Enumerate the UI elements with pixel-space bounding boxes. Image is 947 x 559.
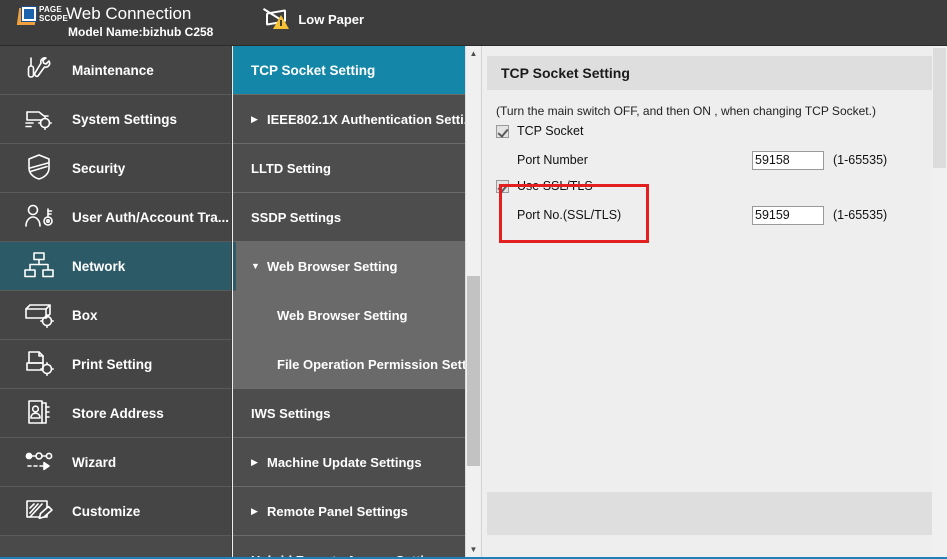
submenu-scrollbar[interactable]: ▲ ▼ xyxy=(465,46,480,557)
value-range-hint: (1-65535) xyxy=(833,153,887,167)
submenu-item-label: LLTD Setting xyxy=(251,161,331,176)
submenu-item-label: IEEE802.1X Authentication Setti... xyxy=(267,112,465,127)
submenu-item-tcp-socket-setting[interactable]: TCP Socket Setting xyxy=(233,46,465,95)
sidebar-item-store-address[interactable]: Store Address xyxy=(0,389,231,438)
chevron-right-icon[interactable]: ▶ xyxy=(251,507,264,516)
page-title: Web Connection xyxy=(66,3,213,24)
content-panel: TCP Socket Setting (Turn the main switch… xyxy=(481,46,947,557)
sidebar-item-label: Print Setting xyxy=(72,357,152,372)
status-text: Low Paper xyxy=(298,12,364,27)
sidebar-item-print-setting[interactable]: Print Setting xyxy=(0,340,231,389)
submenu-item-label: Web Browser Setting xyxy=(267,259,398,274)
sidebar-item-customize[interactable]: Customize xyxy=(0,487,231,536)
sidebar-item-label: Security xyxy=(72,161,125,176)
scroll-up-icon[interactable]: ▲ xyxy=(466,46,481,61)
sidebar-item-network[interactable]: Network xyxy=(0,242,231,291)
setting-label: Port Number xyxy=(517,153,588,167)
value-range-hint: (1-65535) xyxy=(833,208,887,222)
checkbox-use-ssl-tls[interactable] xyxy=(496,180,509,193)
sidebar-item-label: Maintenance xyxy=(72,63,154,78)
setting-row: TCP Socket xyxy=(496,118,947,144)
shield-icon xyxy=(22,152,60,184)
wizard-path-icon xyxy=(22,446,60,478)
sidebar-item-label: Network xyxy=(72,259,125,274)
submenu-item-label: SSDP Settings xyxy=(251,210,341,225)
content-footer-bar xyxy=(487,492,943,535)
checkbox-tcp-socket[interactable] xyxy=(496,125,509,138)
submenu-item-label: IWS Settings xyxy=(251,406,330,421)
sidebar-item-system-settings[interactable]: System Settings xyxy=(0,95,231,144)
printer-status[interactable]: Low Paper xyxy=(265,8,364,30)
submenu-item-lltd-setting[interactable]: LLTD Setting xyxy=(233,144,465,193)
address-book-icon xyxy=(22,397,60,429)
submenu-scrollbar-thumb[interactable] xyxy=(467,276,480,466)
submenu-item-file-operation-permission-setti[interactable]: File Operation Permission Setti... xyxy=(233,340,465,389)
model-name-label: Model Name:bizhub C258 xyxy=(66,24,213,40)
low-paper-warning-icon xyxy=(265,8,291,30)
network-submenu: TCP Socket Setting▶IEEE802.1X Authentica… xyxy=(233,46,465,557)
sidebar-item-user-auth-account-tra[interactable]: User Auth/Account Tra... xyxy=(0,193,231,242)
submenu-item-label: Web Browser Setting xyxy=(277,308,408,323)
scroll-down-icon[interactable]: ▼ xyxy=(466,542,481,557)
field-group: (1-65535) xyxy=(752,151,887,170)
setting-row: Port Number (1-65535) xyxy=(496,147,947,173)
primary-sidebar: Maintenance System Settings Security User A… xyxy=(0,46,232,557)
page-scrollbar[interactable] xyxy=(932,46,947,557)
submenu-item-web-browser-setting[interactable]: Web Browser Setting xyxy=(233,291,465,340)
app-header: PAGE SCOPE Web Connection Model Name:biz… xyxy=(0,0,947,46)
port-number-input[interactable] xyxy=(752,151,824,170)
maintenance-tools-icon xyxy=(22,54,60,86)
content-panel-title: TCP Socket Setting xyxy=(501,65,630,81)
chevron-down-icon[interactable]: ▼ xyxy=(251,262,264,271)
sidebar-item-label: System Settings xyxy=(72,112,177,127)
submenu-item-ieee802-1x-authentication-setti[interactable]: ▶IEEE802.1X Authentication Setti... xyxy=(233,95,465,144)
sidebar-item-label: Customize xyxy=(72,504,140,519)
submenu-item-hybrid-remote-access-setti[interactable]: Hybrid Remote Access Setti... xyxy=(233,536,465,557)
sidebar-item-label: Wizard xyxy=(72,455,116,470)
setting-label: TCP Socket xyxy=(517,124,583,138)
logo-text-line2: SCOPE xyxy=(39,14,68,23)
sidebar-item-security[interactable]: Security xyxy=(0,144,231,193)
customize-pencil-icon xyxy=(22,495,60,527)
user-key-icon xyxy=(22,201,60,233)
submenu-item-machine-update-settings[interactable]: ▶Machine Update Settings xyxy=(233,438,465,487)
sidebar-item-label: Box xyxy=(72,308,98,323)
brand-block: PAGE SCOPE Web Connection Model Name:biz… xyxy=(0,0,213,40)
web-connection-page: PAGE SCOPE Web Connection Model Name:biz… xyxy=(0,0,947,559)
printer-gear-icon xyxy=(22,103,60,135)
box-gear-icon xyxy=(22,299,60,331)
sidebar-item-maintenance[interactable]: Maintenance xyxy=(0,46,231,95)
content-panel-header: TCP Socket Setting xyxy=(487,56,942,90)
network-nodes-icon xyxy=(22,250,60,282)
submenu-item-label: TCP Socket Setting xyxy=(251,63,375,78)
setting-label: Port No.(SSL/TLS) xyxy=(517,208,621,222)
pagescope-logo-icon: PAGE SCOPE xyxy=(18,6,60,28)
setting-row: Use SSL/TLS xyxy=(496,173,947,199)
print-gear-icon xyxy=(22,348,60,380)
submenu-item-remote-panel-settings[interactable]: ▶Remote Panel Settings xyxy=(233,487,465,536)
page-scrollbar-thumb[interactable] xyxy=(933,48,946,168)
submenu-item-label: Remote Panel Settings xyxy=(267,504,408,519)
sidebar-item-box[interactable]: Box xyxy=(0,291,231,340)
setting-row: Port No.(SSL/TLS) (1-65535) xyxy=(496,202,947,228)
sidebar-item-label: User Auth/Account Tra... xyxy=(72,210,229,225)
sidebar-item-label: Store Address xyxy=(72,406,164,421)
content-note: (Turn the main switch OFF, and then ON ,… xyxy=(496,104,947,118)
submenu-item-web-browser-setting[interactable]: ▼Web Browser Setting xyxy=(233,242,465,291)
field-group: (1-65535) xyxy=(752,206,887,225)
sidebar-item-wizard[interactable]: Wizard xyxy=(0,438,231,487)
chevron-right-icon[interactable]: ▶ xyxy=(251,115,264,124)
submenu-item-ssdp-settings[interactable]: SSDP Settings xyxy=(233,193,465,242)
submenu-item-iws-settings[interactable]: IWS Settings xyxy=(233,389,465,438)
port-number-input[interactable] xyxy=(752,206,824,225)
submenu-item-label: File Operation Permission Setti... xyxy=(277,357,465,372)
setting-label: Use SSL/TLS xyxy=(517,179,593,193)
settings-rows: TCP Socket Port Number (1-65535) Use SSL/TL… xyxy=(482,118,947,228)
chevron-right-icon[interactable]: ▶ xyxy=(251,458,264,467)
submenu-item-label: Hybrid Remote Access Setti... xyxy=(251,553,435,558)
submenu-item-label: Machine Update Settings xyxy=(267,455,422,470)
